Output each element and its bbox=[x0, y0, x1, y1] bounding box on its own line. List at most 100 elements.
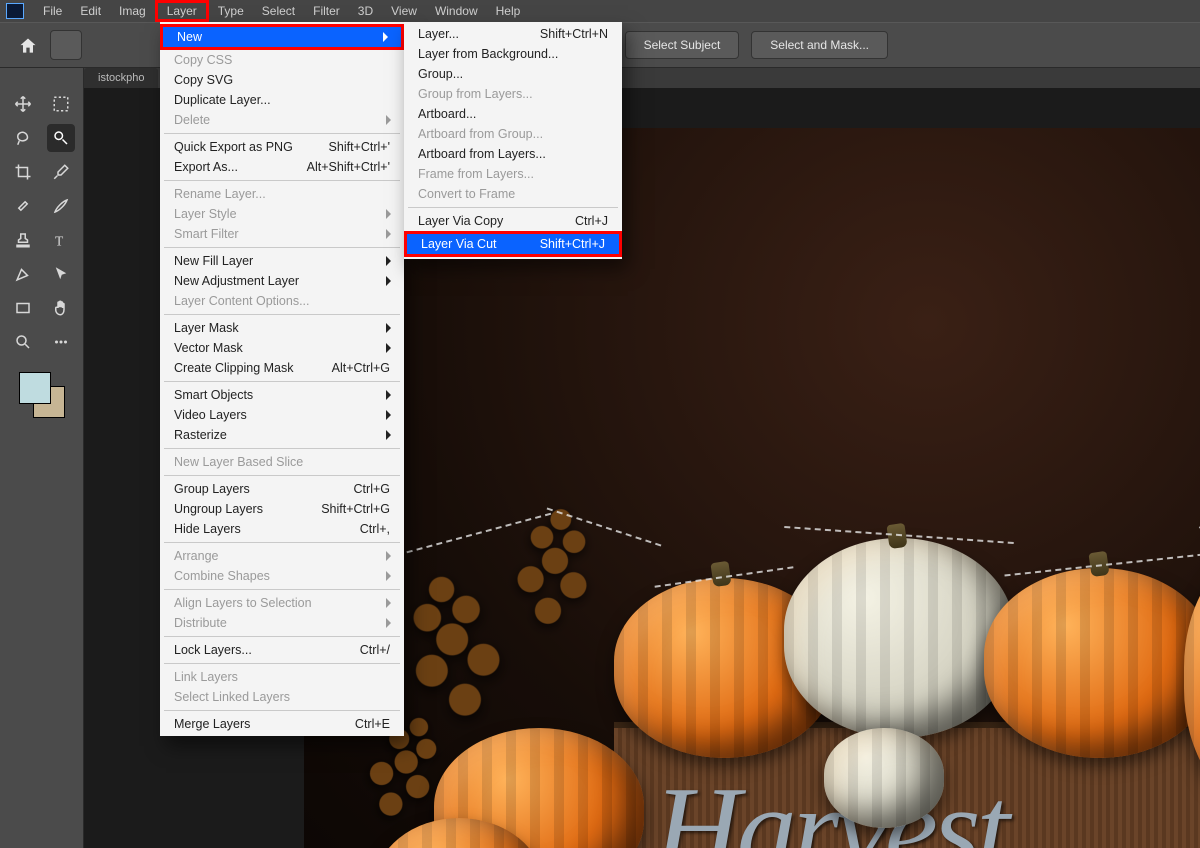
menu-item-label: Frame from Layers... bbox=[418, 167, 534, 181]
menu-item-label: Layer from Background... bbox=[418, 47, 558, 61]
menu-item[interactable]: Group LayersCtrl+G bbox=[160, 479, 404, 499]
menu-item[interactable]: Merge LayersCtrl+E bbox=[160, 714, 404, 734]
menu-item-label: Smart Filter bbox=[174, 227, 239, 241]
menu-item-label: Distribute bbox=[174, 616, 227, 630]
menu-imag[interactable]: Imag bbox=[110, 0, 155, 22]
menu-item[interactable]: Copy SVG bbox=[160, 70, 404, 90]
menu-filter[interactable]: Filter bbox=[304, 0, 349, 22]
menu-item-label: Copy CSS bbox=[174, 53, 232, 67]
zoom-tool-icon[interactable] bbox=[9, 328, 37, 356]
menu-item: Link Layers bbox=[160, 667, 404, 687]
menu-item-label: Quick Export as PNG bbox=[174, 140, 293, 154]
path-select-tool-icon[interactable] bbox=[47, 260, 75, 288]
stamp-tool-icon[interactable] bbox=[9, 226, 37, 254]
menu-item-label: Hide Layers bbox=[174, 522, 241, 536]
menu-item[interactable]: Layer Mask bbox=[160, 318, 404, 338]
marquee-tool-icon[interactable] bbox=[47, 90, 75, 118]
menu-file[interactable]: File bbox=[34, 0, 71, 22]
tool-preset-picker[interactable] bbox=[50, 30, 82, 60]
edit-toolbar-icon[interactable] bbox=[47, 328, 75, 356]
decor-pumpkin bbox=[784, 538, 1014, 738]
menu-item-new[interactable]: New bbox=[160, 24, 404, 50]
menu-separator bbox=[164, 448, 400, 449]
menu-item-label: Artboard from Layers... bbox=[418, 147, 546, 161]
rectangle-tool-icon[interactable] bbox=[9, 294, 37, 322]
select-subject-button[interactable]: Select Subject bbox=[625, 31, 740, 59]
menu-item[interactable]: Group... bbox=[404, 64, 622, 84]
menu-select[interactable]: Select bbox=[253, 0, 304, 22]
menu-item[interactable]: Video Layers bbox=[160, 405, 404, 425]
menu-item[interactable]: Hide LayersCtrl+, bbox=[160, 519, 404, 539]
menu-item-label: Delete bbox=[174, 113, 210, 127]
menu-item[interactable]: Lock Layers...Ctrl+/ bbox=[160, 640, 404, 660]
menu-item[interactable]: Smart Objects bbox=[160, 385, 404, 405]
menubar: FileEditImagLayerTypeSelectFilter3DViewW… bbox=[0, 0, 1200, 22]
select-and-mask-button[interactable]: Select and Mask... bbox=[751, 31, 888, 59]
menu-item-label: Arrange bbox=[174, 549, 218, 563]
menu-separator bbox=[164, 314, 400, 315]
menu-item[interactable]: Ungroup LayersShift+Ctrl+G bbox=[160, 499, 404, 519]
eyedropper-tool-icon[interactable] bbox=[47, 158, 75, 186]
menu-item-shortcut: Ctrl+/ bbox=[348, 643, 390, 657]
brush-tool-icon[interactable] bbox=[47, 192, 75, 220]
menu-layer[interactable]: Layer bbox=[155, 0, 209, 22]
menu-3d[interactable]: 3D bbox=[349, 0, 382, 22]
menu-item[interactable]: New Adjustment Layer bbox=[160, 271, 404, 291]
heal-tool-icon[interactable] bbox=[9, 192, 37, 220]
menu-separator bbox=[164, 636, 400, 637]
menu-window[interactable]: Window bbox=[426, 0, 487, 22]
menu-separator bbox=[164, 133, 400, 134]
menu-item: Copy CSS bbox=[160, 50, 404, 70]
layer-menu-dropdown[interactable]: New Copy CSS Copy SVGDuplicate Layer... Del… bbox=[160, 22, 404, 736]
menu-item[interactable]: Export As...Alt+Shift+Ctrl+' bbox=[160, 157, 404, 177]
menu-item-label: Group... bbox=[418, 67, 463, 81]
menu-item-label: Select Linked Layers bbox=[174, 690, 290, 704]
menu-item[interactable]: Rasterize bbox=[160, 425, 404, 445]
menu-item-shortcut: Alt+Shift+Ctrl+' bbox=[295, 160, 390, 174]
menu-item[interactable]: Quick Export as PNGShift+Ctrl+' bbox=[160, 137, 404, 157]
menu-edit[interactable]: Edit bbox=[71, 0, 110, 22]
menu-view[interactable]: View bbox=[382, 0, 426, 22]
menu-item[interactable]: Vector Mask bbox=[160, 338, 404, 358]
crop-tool-icon[interactable] bbox=[9, 158, 37, 186]
document-tab[interactable]: istockpho bbox=[84, 68, 158, 88]
menu-help[interactable]: Help bbox=[487, 0, 530, 22]
menu-item-layer-via-cut[interactable]: Layer Via CutShift+Ctrl+J bbox=[404, 231, 622, 257]
color-chips[interactable] bbox=[19, 372, 65, 418]
menu-item-label: New bbox=[177, 30, 202, 44]
menu-item-label: Smart Objects bbox=[174, 388, 253, 402]
menu-item[interactable]: Artboard... bbox=[404, 104, 622, 124]
quick-select-tool-icon[interactable] bbox=[47, 124, 75, 152]
menu-item[interactable]: New Fill Layer bbox=[160, 251, 404, 271]
menu-item: Group from Layers... bbox=[404, 84, 622, 104]
menu-item: Arrange bbox=[160, 546, 404, 566]
home-icon[interactable] bbox=[18, 36, 38, 54]
menu-item-label: Combine Shapes bbox=[174, 569, 270, 583]
menu-item-label: Convert to Frame bbox=[418, 187, 515, 201]
menu-item-label: Layer Style bbox=[174, 207, 237, 221]
layer-new-submenu[interactable]: Layer...Shift+Ctrl+N Layer from Backgroun… bbox=[404, 22, 622, 259]
menu-item: Layer Content Options... bbox=[160, 291, 404, 311]
foreground-color-chip[interactable] bbox=[19, 372, 51, 404]
type-tool-icon[interactable]: T bbox=[47, 226, 75, 254]
menu-item[interactable]: Create Clipping MaskAlt+Ctrl+G bbox=[160, 358, 404, 378]
move-tool-icon[interactable] bbox=[9, 90, 37, 118]
decor-pumpkin bbox=[984, 568, 1200, 758]
menu-item: Layer Style bbox=[160, 204, 404, 224]
menu-item: Select Linked Layers bbox=[160, 687, 404, 707]
menu-item: Delete bbox=[160, 110, 404, 130]
hand-tool-icon[interactable] bbox=[47, 294, 75, 322]
menu-item[interactable]: Layer...Shift+Ctrl+N bbox=[404, 24, 622, 44]
decor-stem bbox=[710, 561, 731, 587]
app-icon bbox=[6, 3, 24, 19]
menu-item[interactable]: Layer Via CopyCtrl+J bbox=[404, 211, 622, 231]
menu-item[interactable]: Duplicate Layer... bbox=[160, 90, 404, 110]
menu-item[interactable]: Layer from Background... bbox=[404, 44, 622, 64]
menu-item[interactable]: Artboard from Layers... bbox=[404, 144, 622, 164]
menu-separator bbox=[164, 475, 400, 476]
lasso-tool-icon[interactable] bbox=[9, 124, 37, 152]
decor-pinecone bbox=[491, 489, 618, 647]
menu-item-shortcut: Ctrl+J bbox=[563, 214, 608, 228]
pen-tool-icon[interactable] bbox=[9, 260, 37, 288]
menu-type[interactable]: Type bbox=[209, 0, 253, 22]
